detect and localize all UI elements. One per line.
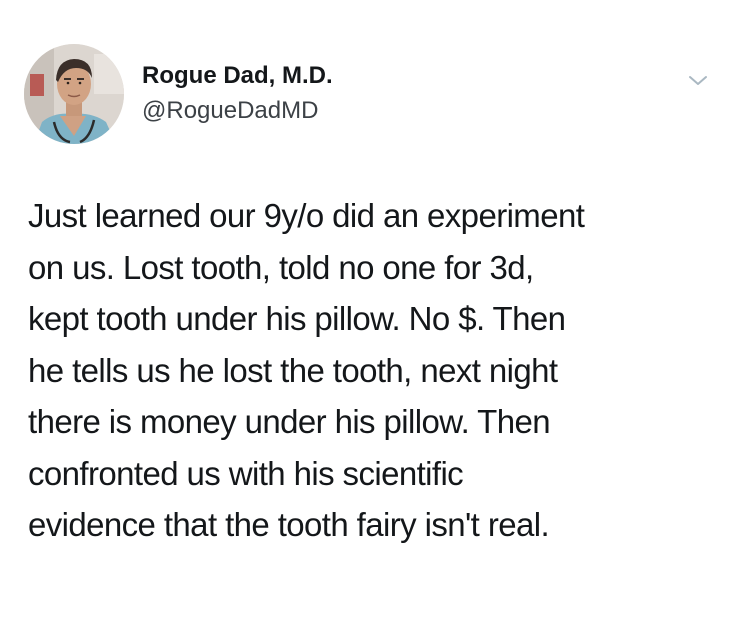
tweet-text-line: evidence that the tooth fairy isn't real… — [28, 506, 550, 543]
tweet-header: Rogue Dad, M.D. @RogueDadMD — [24, 44, 724, 148]
profile-photo-icon — [24, 44, 124, 144]
avatar[interactable] — [24, 44, 124, 144]
tweet-text-line: on us. Lost tooth, told no one for 3d, — [28, 248, 534, 286]
tweet-card: Rogue Dad, M.D. @RogueDadMD Just learned… — [0, 0, 745, 641]
tweet-text-line: there is money under his pillow. Then — [28, 403, 551, 440]
author-names: Rogue Dad, M.D. @RogueDadMD — [142, 62, 333, 126]
tweet-text-line: kept tooth under his pillow. No $. Then — [28, 300, 566, 337]
tweet-text-line: confronted us with his scientific — [28, 454, 464, 492]
tweet-text-line: he tells us he lost the tooth, next nigh… — [28, 351, 558, 389]
tweet-text-line: Just learned our 9y/o did an experiment — [28, 197, 585, 234]
user-handle[interactable]: @RogueDadMD — [142, 96, 333, 126]
tweet-text: Just learned our 9y/o did an experiment … — [28, 190, 728, 551]
display-name[interactable]: Rogue Dad, M.D. — [142, 62, 333, 90]
chevron-down-icon[interactable] — [686, 68, 710, 92]
